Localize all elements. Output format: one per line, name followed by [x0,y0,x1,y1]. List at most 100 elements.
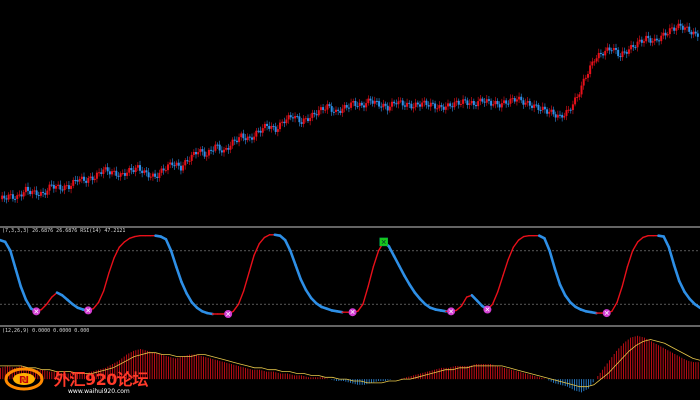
candle-body [205,155,208,157]
candle-body [104,167,107,170]
candle-body [425,100,428,106]
stochastic-segment [397,264,406,278]
candle-body [401,100,404,106]
candle-body [251,137,253,140]
candle-body [214,144,217,151]
candle-body [326,104,329,110]
candle-body [500,103,503,108]
stochastic-label: (7,3,3,3) 26.6876 26.6876 RSI(14) 47.212… [2,228,126,234]
stochastic-segment [667,245,676,267]
stochastic-segment [283,238,292,253]
candle-body [160,168,163,173]
candle-body [287,115,290,120]
candle-body [324,109,327,111]
candle-body [423,100,426,103]
candle-body [410,103,413,109]
candle-body [210,149,213,151]
candle-body [569,109,572,111]
candle-body [487,99,490,101]
candle-body [578,94,581,97]
candle-body [472,100,475,106]
candle-body [666,34,669,36]
stochastic-segment [491,291,499,305]
candle-body [339,110,342,113]
candle-body [606,47,609,51]
candle-body [591,61,594,66]
candle-body [636,41,639,48]
candle-body [619,56,622,58]
signal-bottom-glyph: ✕ [350,309,356,317]
stochastic-segment [9,249,17,270]
candle-body [455,100,458,103]
stochastic-segment [206,311,214,316]
stochastic-segment [558,283,567,297]
candle-body [72,179,75,186]
candle-body [291,117,294,119]
candle-body [371,100,374,104]
stochastic-segment [134,234,141,238]
candle-body [248,136,251,138]
stochastic-segment [294,263,303,281]
candle-body [276,129,279,132]
candle-body [274,126,277,132]
signal-top-glyph: ✕ [381,238,387,246]
candle-body [347,107,350,109]
stochastic-segment [512,239,520,248]
candle-body [375,100,378,102]
candle-body [242,133,245,139]
candle-body [302,118,305,124]
candle-body [686,26,689,28]
candle-body [627,49,630,54]
candle-body [141,170,144,174]
candle-body [190,154,193,161]
candle-body [154,173,157,177]
stochastic-segment [387,245,396,258]
signal-bottom-glyph: ✕ [225,310,231,318]
candle-body [328,104,331,107]
candle-body [192,151,195,155]
stochastic-segment [103,272,110,292]
candle-body [593,61,596,63]
candle-body [212,150,215,152]
stochastic-segment [92,301,100,310]
candle-body [638,39,641,42]
candle-body [386,105,389,111]
candle-body [380,106,383,108]
candle-body [694,31,697,34]
candle-body [531,105,533,108]
candle-body [522,100,525,105]
candle-body [395,103,398,105]
candle-body [449,103,452,107]
stochastic-segment [164,237,173,253]
candle-body [563,115,566,118]
signal-bottom-glyph: ✕ [604,310,610,318]
candle-body [102,169,105,175]
candle-body [498,104,501,108]
candle-body [121,173,124,175]
candle-body [440,105,443,107]
stochastic-segment [248,254,255,274]
candle-body [307,118,309,122]
candle-body [169,162,172,165]
stochastic-segment [543,237,551,253]
candle-body [412,107,415,109]
candle-body [225,148,228,150]
candle-body [7,194,10,200]
stochastic-segment [403,274,411,286]
candle-body [384,103,387,106]
candle-body [57,184,60,187]
candle-body [345,105,348,108]
watermark-url: www.waihui920.com [68,388,130,395]
candle-body [552,109,555,115]
stochastic-segment [97,290,105,304]
candle-body [106,167,109,172]
candle-body [108,171,111,175]
candle-body [61,189,64,191]
candle-body [42,191,45,193]
candle-body [119,173,122,177]
candle-body [175,162,178,166]
candle-body [89,176,92,178]
signal-bottom-glyph: ✕ [33,308,39,316]
candle-body [505,100,508,104]
candle-body [649,38,652,43]
